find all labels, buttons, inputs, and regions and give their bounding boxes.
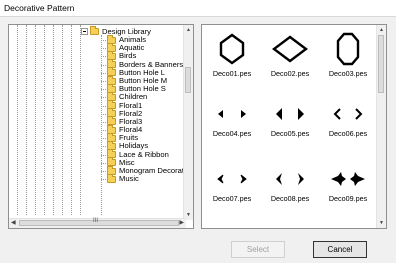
triangle-pair-small-icon xyxy=(218,110,246,118)
pattern-filename: Deco07.pes xyxy=(212,194,252,203)
hexagon-outline-icon xyxy=(219,33,245,65)
folder-tree[interactable]: Design Library Animals Aquatic Birds Bor… xyxy=(8,24,194,229)
pattern-filename: Deco02.pes xyxy=(270,69,310,78)
folder-icon xyxy=(107,173,116,183)
pattern-item[interactable]: Deco09.pes xyxy=(320,166,376,203)
octagon-outline-icon xyxy=(336,32,360,66)
pattern-item[interactable]: Deco06.pes xyxy=(320,101,376,138)
scroll-thumb[interactable] xyxy=(185,67,191,93)
scroll-up-arrow-icon[interactable]: ▲ xyxy=(186,27,191,33)
cancel-button[interactable]: Cancel xyxy=(313,241,367,258)
title-bar: Decorative Pattern xyxy=(0,0,396,17)
pattern-item[interactable]: Deco02.pes xyxy=(262,31,318,78)
collapse-icon[interactable] xyxy=(81,28,88,35)
pattern-item[interactable]: Deco05.pes xyxy=(262,101,318,138)
pattern-filename: Deco08.pes xyxy=(270,194,310,203)
scroll-up-arrow-icon[interactable]: ▲ xyxy=(379,27,384,33)
scroll-down-arrow-icon[interactable]: ▼ xyxy=(186,212,191,218)
chevron-pair-icon xyxy=(333,108,363,120)
scroll-right-arrow-icon[interactable]: ▶ xyxy=(179,219,184,226)
pattern-filename: Deco09.pes xyxy=(328,194,368,203)
pattern-gallery[interactable]: Deco01.pes Deco02.pes Deco03.pes Deco04.… xyxy=(201,24,387,229)
pattern-item[interactable]: Deco08.pes xyxy=(262,166,318,203)
triangle-pair-large-icon xyxy=(276,108,304,120)
pattern-filename: Deco04.pes xyxy=(212,129,252,138)
folder-icon xyxy=(90,26,99,35)
thin-chevron-pair-icon xyxy=(276,173,304,185)
scroll-thumb[interactable] xyxy=(378,35,384,93)
tree-item[interactable]: Music xyxy=(100,173,193,184)
gallery-vertical-scrollbar[interactable]: ▲ ▼ xyxy=(376,25,386,228)
scroll-left-arrow-icon[interactable]: ◀ xyxy=(11,219,16,226)
pattern-item[interactable]: Deco01.pes xyxy=(204,31,260,78)
diamond-outline-icon xyxy=(272,35,308,63)
arrowhead-pair-icon xyxy=(217,174,247,184)
ornament-pair-icon xyxy=(331,172,365,186)
select-button[interactable]: Select xyxy=(231,241,285,258)
pattern-filename: Deco06.pes xyxy=(328,129,368,138)
pattern-item[interactable]: Deco07.pes xyxy=(204,166,260,203)
window-title: Decorative Pattern xyxy=(4,3,75,13)
pattern-filename: Deco01.pes xyxy=(212,69,252,78)
pattern-filename: Deco03.pes xyxy=(328,69,368,78)
tree-item-label: Music xyxy=(119,174,139,184)
tree-horizontal-scrollbar[interactable]: ◀ III ▶ xyxy=(9,218,186,228)
tree-vertical-scrollbar[interactable]: ▲ ▼ xyxy=(183,25,193,220)
tree-children: Animals Aquatic Birds Borders & Banners … xyxy=(100,34,193,184)
scroll-down-arrow-icon[interactable]: ▼ xyxy=(379,220,384,226)
scroll-grip: III xyxy=(93,218,99,224)
scroll-thumb[interactable] xyxy=(19,220,179,226)
pattern-item[interactable]: Deco03.pes xyxy=(320,31,376,78)
pattern-item[interactable]: Deco04.pes xyxy=(204,101,260,138)
pattern-filename: Deco05.pes xyxy=(270,129,310,138)
tree-connector xyxy=(101,35,102,215)
tree-guide-lines xyxy=(9,25,84,215)
